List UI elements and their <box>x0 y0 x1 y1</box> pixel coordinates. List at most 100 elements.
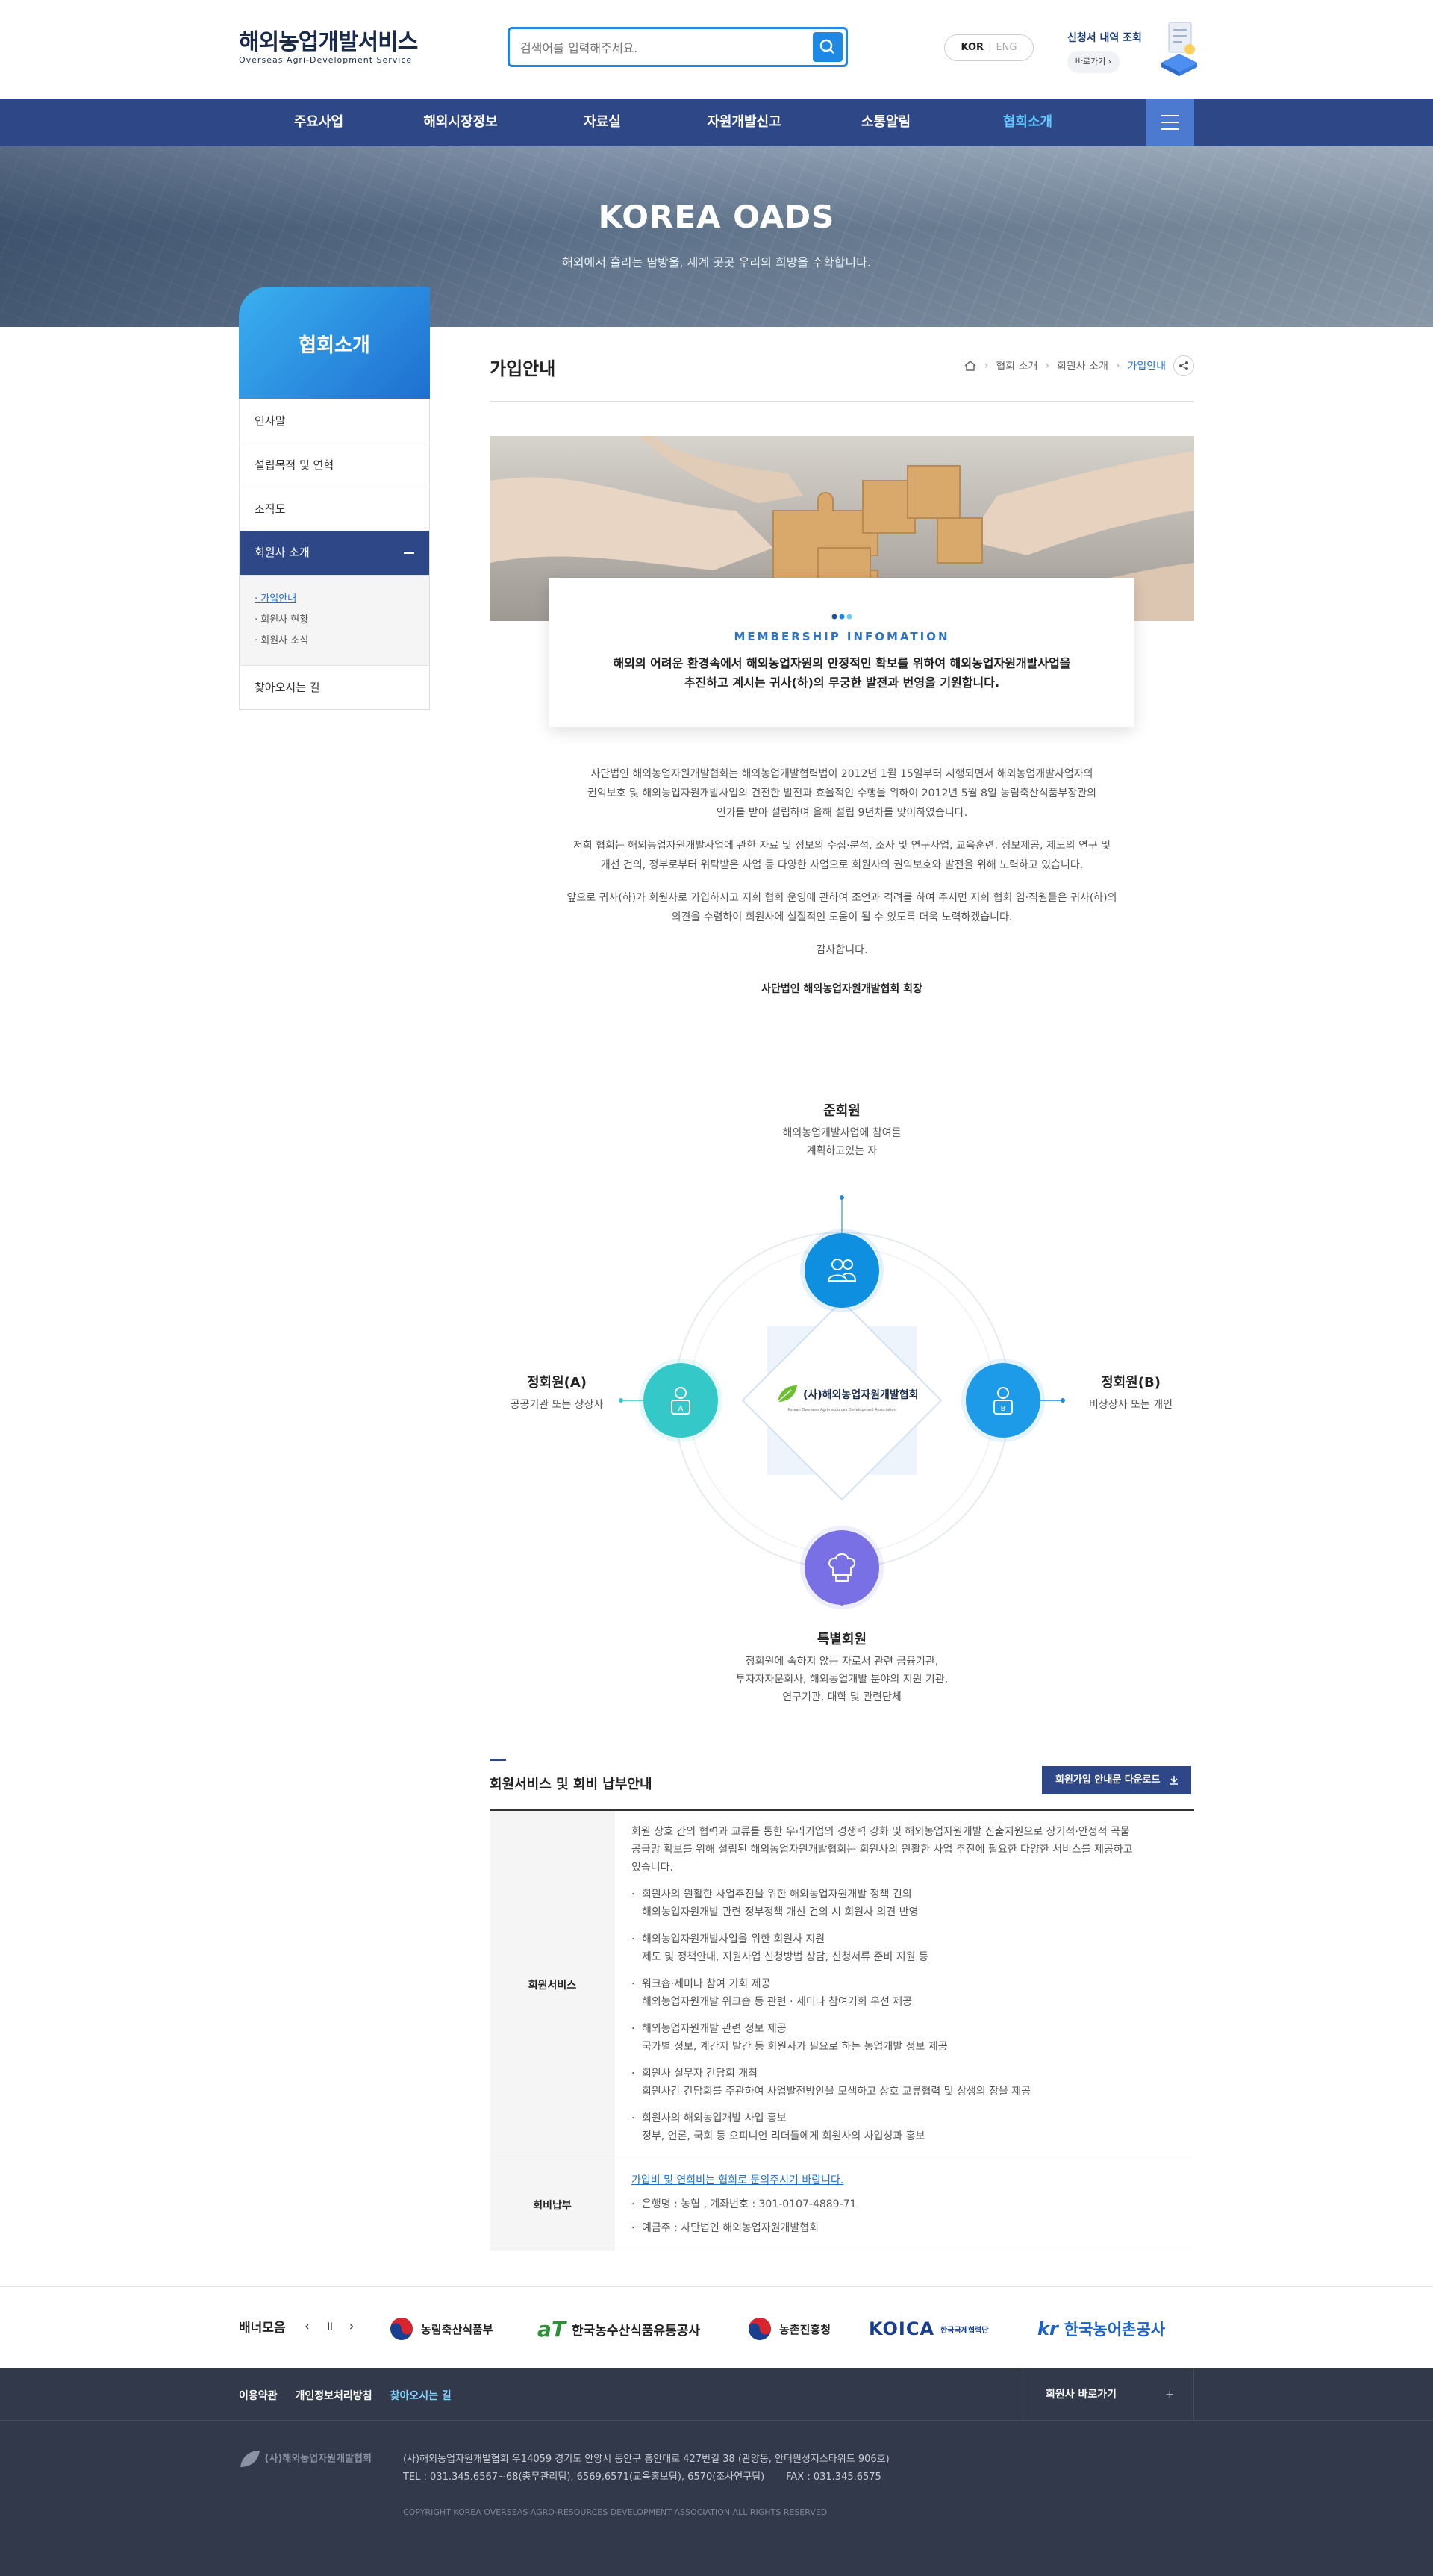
associate-member-title: 준회원 <box>823 1103 861 1119</box>
home-icon[interactable] <box>964 359 977 372</box>
page-title: 가입안내 <box>490 358 556 379</box>
side-subitem-join-guide[interactable]: 가입안내 <box>255 589 414 610</box>
footer-address: (사)해외농업자원개발협회 우14059 경기도 안양시 동안구 흥안대로 42… <box>403 2454 890 2483</box>
taegeuk-logo-icon <box>390 2318 413 2340</box>
list-item: 회원사의 원활한 사업추진을 위한 해외농업자원개발 정책 건의해외농업자원개발… <box>631 1886 1178 1921</box>
side-item-members[interactable]: 회원사 소개 <box>240 531 429 575</box>
intro-paragraph: 사단법인 해외농업자원개발협회는 해외농업개발협력법이 2012년 1월 15일… <box>587 768 1096 819</box>
regular-member-a-title: 정회원(A) <box>526 1375 587 1391</box>
special-member-info: 특별회원 정회원에 속하지 않는 자로서 관련 금융기관, 투자자자문회사, 해외… <box>693 1629 991 1706</box>
chef-hat-icon <box>828 1553 855 1582</box>
regular-member-b-desc: 비상장사 또는 개인 <box>1089 1399 1173 1411</box>
side-item-greeting[interactable]: 인사말 <box>240 399 429 443</box>
badge-letter-a: A <box>678 1405 684 1413</box>
main-content: 가입안내 › 협회 소개 › 회원사 소개 › 가입안내 MEMBERSHIP … <box>490 325 1194 2251</box>
collapse-icon <box>404 552 414 554</box>
service-list: 회원사의 원활한 사업추진을 위한 해외농업자원개발 정책 건의해외농업자원개발… <box>631 1886 1178 2145</box>
association-logo: (사)해외농업자원개발협회 Korean Overseas Agri-resou… <box>775 1378 918 1423</box>
table-row: 회원서비스 회원 상호 간의 협력과 교류를 통한 우리기업의 경쟁력 강화 및… <box>490 1811 1194 2159</box>
banner-ministry-agriculture[interactable]: 농림축산식품부 <box>388 2314 493 2344</box>
list-item: 회원사의 해외농업개발 사업 홍보정부, 언론, 국회 등 오피니언 리더들에게… <box>631 2109 1178 2145</box>
footer-link-privacy[interactable]: 개인정보처리방침 <box>296 2388 372 2403</box>
breadcrumb-item[interactable]: 회원사 소개 <box>1057 358 1108 373</box>
signature-text: 사단법인 해외농업자원개발협회 회장 <box>761 983 922 995</box>
regular-member-b-title: 정회원(B) <box>1101 1375 1161 1391</box>
side-subitem-member-status[interactable]: 회원사 현황 <box>255 610 414 631</box>
side-item-directions[interactable]: 찾아오시는 길 <box>240 665 429 709</box>
badge-letter-b: B <box>1001 1405 1006 1413</box>
regular-member-b-info: 정회원(B) 비상장사 또는 개인 <box>1067 1372 1194 1414</box>
footer-link-terms[interactable]: 이용약관 <box>239 2388 278 2403</box>
fee-inquiry-link[interactable]: 가입비 및 연회비는 협회로 문의주시기 바랍니다. <box>631 2171 1178 2189</box>
member-service-table: 회원서비스 회원 상호 간의 협력과 교류를 통한 우리기업의 경쟁력 강화 및… <box>490 1811 1194 2251</box>
share-button[interactable] <box>1173 355 1194 376</box>
plus-icon: + <box>1165 2389 1174 2401</box>
member-service-section: 회원서비스 및 회비 납부안내 회원가입 안내문 다운로드 회원서비스 회원 상… <box>490 1759 1194 2251</box>
download-icon <box>1170 1776 1178 1785</box>
leaf-logo-icon <box>240 2451 260 2467</box>
intro-paragraph: 저희 협회는 해외농업자원개발사업에 관한 자료 및 정보의 수집·분석, 조사… <box>572 840 1111 871</box>
side-submenu: 가입안내 회원사 현황 회원사 소식 <box>240 575 429 665</box>
banner-koica[interactable]: KOICA 한국국제협력단 <box>869 2314 988 2344</box>
regular-member-a-node: A <box>643 1363 718 1438</box>
breadcrumb-current: 가입안내 <box>1127 361 1166 372</box>
special-member-title: 특별회원 <box>817 1632 867 1647</box>
service-intro-text: 회원 상호 간의 협력과 교류를 통한 우리기업의 경쟁력 강화 및 해외농업자… <box>631 1826 1133 1874</box>
intro-paragraph: 앞으로 귀사(하)가 회원사로 가입하시고 저희 협회 운영에 관하여 조언과 … <box>566 892 1117 923</box>
member-sites-select[interactable]: 회원사 바로가기 + <box>1023 2368 1194 2421</box>
person-badge-icon: A <box>671 1387 690 1415</box>
membership-label: MEMBERSHIP INFOMATION <box>734 630 950 643</box>
table-row: 회비납부 가입비 및 연회비는 협회로 문의주시기 바랍니다. 은행명 : 농협… <box>490 2159 1194 2251</box>
site-footer: 이용약관 개인정보처리방침 찾아오시는 길 회원사 바로가기 + (사)해외농업자… <box>0 2368 1433 2576</box>
download-guide-button[interactable]: 회원가입 안내문 다운로드 <box>1042 1766 1191 1794</box>
breadcrumb-item[interactable]: 협회 소개 <box>996 358 1037 373</box>
list-item: 해외농업자원개발사업을 위한 회원사 지원제도 및 정책안내, 지원사업 신청방… <box>631 1930 1178 1966</box>
section-title: 회원서비스 및 회비 납부안내 <box>490 1777 652 1792</box>
row-header-service: 회원서비스 <box>490 1811 615 2159</box>
banner-rda[interactable]: 농촌진흥청 <box>746 2314 831 2344</box>
membership-info-card: MEMBERSHIP INFOMATION 해외의 어려운 환경속에서 해외농업… <box>549 578 1134 727</box>
thanks-text: 감사합니다. <box>816 944 868 956</box>
association-name-english: Korean Overseas Agri-resources Developme… <box>787 1408 896 1412</box>
banner-controls[interactable]: ‹ ॥ › <box>305 2317 360 2334</box>
breadcrumb: › 협회 소개 › 회원사 소개 › 가입안내 <box>964 355 1194 376</box>
leaf-logo-icon <box>777 1385 797 1403</box>
list-item: 해외농업자원개발 관련 정보 제공국가별 정보, 계간지 발간 등 회원사가 필… <box>631 2020 1178 2056</box>
special-member-node <box>805 1530 879 1605</box>
side-item-history[interactable]: 설립목적 및 연혁 <box>240 443 429 487</box>
content-title-bar: 가입안내 › 협회 소개 › 회원사 소개 › 가입안내 <box>490 325 1194 402</box>
banner-at[interactable]: aT 한국농수산식품유통공사 <box>537 2314 700 2344</box>
associate-member-info: 준회원 해외농업개발사업에 참여를 계획하고있는 자 <box>767 1100 917 1160</box>
associate-member-desc: 해외농업개발사업에 참여를 계획하고있는 자 <box>782 1127 902 1157</box>
pagination-dots-icon <box>549 609 1134 620</box>
membership-types-diagram: (사)해외농업자원개발협회 Korean Overseas Agri-resou… <box>490 1064 1194 1721</box>
footer-links: 이용약관 개인정보처리방침 찾아오시는 길 <box>239 2388 452 2403</box>
banner-title: 배너모음 <box>239 2321 286 2336</box>
association-name: (사)해외농업자원개발협회 <box>803 1389 919 1401</box>
greeting-text: 사단법인 해외농업자원개발협회는 해외농업개발협력법이 2012년 1월 15일… <box>490 764 1194 1012</box>
special-member-desc: 정회원에 속하지 않는 자로서 관련 금융기관, 투자자자문회사, 해외농업개발 … <box>735 1656 949 1703</box>
footer-copyright: COPYRIGHT KOREA OVERSEAS AGRO-RESOURCES … <box>403 2507 828 2517</box>
banner-krc[interactable]: kr 한국농어촌공사 <box>1037 2314 1165 2344</box>
bank-info: 은행명 : 농협 , 계좌번호 : 301-0107-4889-71 <box>631 2195 1178 2213</box>
account-holder: 예금주 : 사단법인 해외농업자원개발협회 <box>631 2219 1178 2237</box>
associate-member-node <box>805 1233 879 1308</box>
side-navigation-title: 협회소개 <box>239 287 430 399</box>
side-item-organization[interactable]: 조직도 <box>240 487 429 531</box>
footer-logo: (사)해외농업자원개발협회 <box>239 2449 373 2479</box>
regular-member-b-node: B <box>966 1363 1040 1438</box>
row-header-fee: 회비납부 <box>490 2159 615 2251</box>
people-icon <box>827 1259 857 1282</box>
banner-zone: 배너모음 ‹ ॥ › 농림축산식품부 aT 한국농수산식품유통공사 농촌진흥청 … <box>0 2286 1433 2368</box>
list-item: 워크숍·세미나 참여 기회 제공해외농업자원개발 워크숍 등 관련 · 세미나 … <box>631 1975 1178 2011</box>
footer-link-directions[interactable]: 찾아오시는 길 <box>390 2388 452 2403</box>
side-navigation: 협회소개 인사말 설립목적 및 연혁 조직도 회원사 소개 가입안내 회원사 현… <box>239 287 430 710</box>
regular-member-a-desc: 공공기관 또는 상장사 <box>510 1399 604 1411</box>
share-icon <box>1179 361 1188 370</box>
taegeuk-logo-icon <box>749 2318 771 2340</box>
list-item: 회원사 실무자 간담회 개최회원사간 간담회를 주관하여 사업발전방안을 모색하… <box>631 2065 1178 2101</box>
membership-headline: 해외의 어려운 환경속에서 해외농업자원의 안정적인 확보를 위하여 해외농업자… <box>613 656 1071 690</box>
person-badge-icon: B <box>993 1387 1013 1415</box>
regular-member-a-info: 정회원(A) 공공기관 또는 상장사 <box>490 1372 624 1414</box>
side-subitem-member-news[interactable]: 회원사 소식 <box>255 631 414 652</box>
